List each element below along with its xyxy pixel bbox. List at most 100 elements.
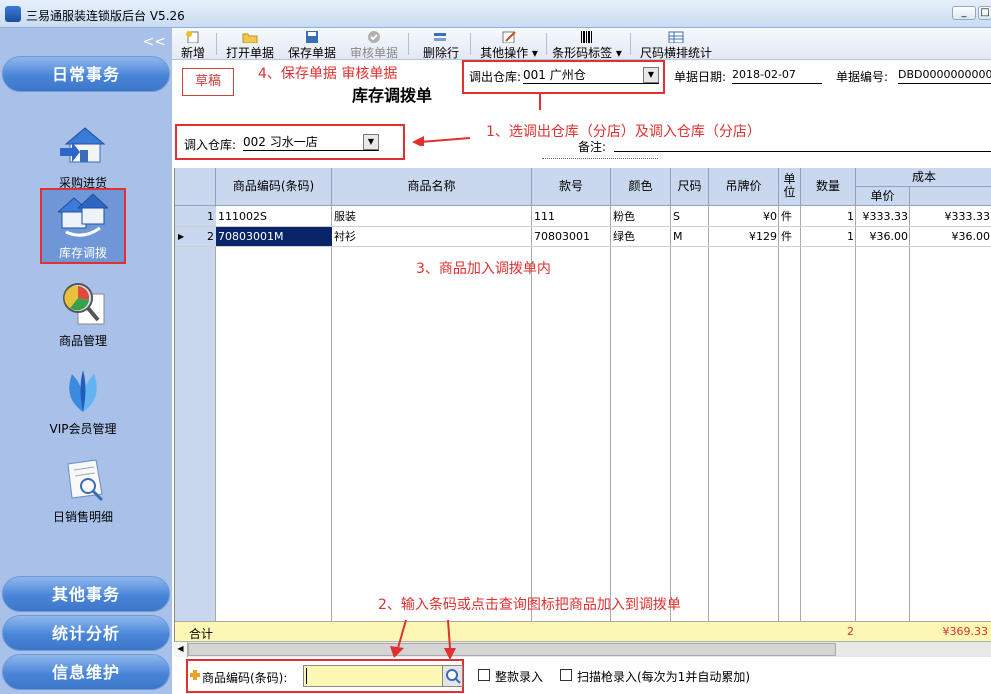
grid-header-style[interactable]: 款号	[532, 168, 611, 206]
delete-row-button[interactable]: 删除行	[420, 28, 462, 60]
grid-header-color[interactable]: 颜色	[611, 168, 671, 206]
scroll-left-arrow-icon[interactable]: ◀	[174, 642, 188, 657]
sidebar-item-sales-detail[interactable]: 日销售明细	[40, 454, 126, 530]
summary-label: 合计	[189, 627, 214, 641]
summary-row: 合计 2 ¥369.33	[175, 621, 991, 641]
title-bar: 三易通服装连锁版后台 V5.26 _ □	[0, 0, 991, 28]
cell-total-cost: ¥333.33	[910, 207, 991, 227]
window-title: 三易通服装连锁版后台 V5.26	[26, 9, 185, 23]
grid-header-name[interactable]: 商品名称	[332, 168, 532, 206]
barcode-input[interactable]	[303, 665, 463, 687]
horizontal-scrollbar[interactable]: ◀	[174, 641, 991, 657]
cell-qty[interactable]: 1	[801, 227, 856, 247]
status-badge: 草稿	[182, 68, 234, 96]
page-title: 库存调拨单	[352, 86, 433, 105]
barcode-label-menu[interactable]: 条形码标签 ▾	[550, 28, 624, 60]
sidebar-item-label: 商品管理	[58, 334, 107, 348]
sidebar-item-transfer[interactable]: 库存调拨	[40, 188, 126, 264]
grid-header-tag-price[interactable]: 吊牌价	[709, 168, 779, 206]
doc-number-field: DBD000000000003	[898, 68, 991, 84]
dropdown-arrow-icon[interactable]: ▼	[363, 134, 379, 150]
cell-size[interactable]: S	[671, 207, 709, 227]
whole-style-entry-label: 整款录入	[495, 670, 544, 684]
annotation-arrow	[412, 136, 471, 146]
plus-marker-icon	[190, 670, 200, 680]
scanner-entry-label: 扫描枪录入(每次为1并自动累加)	[577, 670, 750, 684]
save-disk-icon	[304, 31, 320, 43]
annotation-step3: 3、商品加入调拨单内	[416, 261, 551, 277]
open-document-button[interactable]: 打开单据	[224, 28, 276, 60]
sidebar-item-purchase[interactable]: 采购进货	[40, 120, 126, 196]
new-doc-icon	[185, 31, 201, 44]
maximize-button[interactable]: □	[978, 6, 991, 20]
barcode-label: 商品编码(条码):	[202, 671, 288, 685]
collapse-sidebar-button[interactable]: <<	[143, 34, 166, 50]
barcode-entry-bar: 商品编码(条码): 整款录入 扫描枪录入(每次为1并自动累加)	[172, 657, 991, 694]
cell-color[interactable]: 粉色	[611, 207, 671, 227]
sidebar: << 日常事务 采购进货 库存调拨 商品管理 VIP会员管理 日销售明细 其他事…	[0, 28, 172, 694]
nav-info-maintenance[interactable]: 信息维护	[2, 654, 170, 690]
sidebar-item-products[interactable]: 商品管理	[40, 278, 126, 354]
cell-code[interactable]: 111002S	[216, 207, 332, 227]
cell-name[interactable]: 衬衫	[332, 227, 532, 247]
current-row-pointer-icon: ▶	[178, 232, 185, 241]
search-lookup-button[interactable]	[442, 666, 462, 686]
grid-header-unit[interactable]: 单位	[779, 168, 801, 206]
grid-header-code[interactable]: 商品编码(条码)	[216, 168, 332, 206]
out-warehouse-select[interactable]: 001 广州仓 ▼	[523, 66, 659, 84]
cell-tag-price[interactable]: ¥0	[709, 207, 779, 227]
toolbar: 新增 打开单据 保存单据 审核单据 删除行 其他操作 ▾ 条形码标签 ▾ 尺码横…	[172, 28, 991, 60]
minimize-button[interactable]: _	[952, 6, 976, 20]
nav-other-affairs[interactable]: 其他事务	[2, 576, 170, 612]
sidebar-item-label: VIP会员管理	[49, 422, 117, 436]
delete-row-icon	[433, 31, 449, 43]
cell-style[interactable]: 111	[532, 207, 611, 227]
grid-header-unit-cost[interactable]: 单价	[856, 187, 910, 206]
whole-style-entry-checkbox[interactable]	[478, 669, 490, 681]
cell-size[interactable]: M	[671, 227, 709, 247]
vip-leaf-icon	[58, 368, 108, 414]
nav-statistics[interactable]: 统计分析	[2, 615, 170, 651]
cell-unit[interactable]: 件	[779, 207, 801, 227]
app-logo-icon	[5, 6, 21, 22]
cell-qty[interactable]: 1	[801, 207, 856, 227]
annotation-step2: 2、输入条码或点击查询图标把商品加入到调拨单	[378, 597, 681, 613]
summary-total: ¥369.33	[942, 625, 989, 638]
purchase-house-icon	[58, 122, 108, 168]
cell-unit-cost[interactable]: ¥36.00	[856, 227, 910, 247]
nav-daily-affairs[interactable]: 日常事务	[2, 56, 170, 92]
grid-header-total-cost[interactable]	[910, 187, 991, 206]
sidebar-item-label: 库存调拨	[58, 246, 107, 260]
grid-header-qty[interactable]: 数量	[801, 168, 856, 206]
cell-color[interactable]: 绿色	[611, 227, 671, 247]
remark-field[interactable]	[614, 136, 991, 152]
other-operations-menu[interactable]: 其他操作 ▾	[478, 28, 540, 60]
row-number: 1	[175, 207, 216, 227]
dropdown-arrow-icon[interactable]: ▼	[643, 67, 659, 83]
cell-unit[interactable]: 件	[779, 227, 801, 247]
cell-name[interactable]: 服装	[332, 207, 532, 227]
cell-tag-price[interactable]: ¥129	[709, 227, 779, 247]
barcode-icon	[579, 31, 595, 43]
size-horizontal-stats-button[interactable]: 尺码横排统计	[638, 28, 714, 60]
magnifier-chart-icon	[58, 280, 108, 326]
cell-code[interactable]: 70803001M	[216, 227, 332, 247]
table-grid-icon	[668, 31, 684, 44]
in-warehouse-select[interactable]: 002 习水一店 ▼	[243, 133, 379, 151]
scanner-entry-checkbox[interactable]	[560, 669, 572, 681]
grid-header-size[interactable]: 尺码	[671, 168, 709, 206]
cell-style[interactable]: 70803001	[532, 227, 611, 247]
cell-unit-cost[interactable]: ¥333.33	[856, 207, 910, 227]
scroll-thumb[interactable]	[188, 643, 836, 656]
grid-header-cost: 成本	[856, 168, 991, 187]
sidebar-item-vip[interactable]: VIP会员管理	[40, 366, 126, 442]
save-document-button[interactable]: 保存单据	[286, 28, 338, 60]
splitter-handle[interactable]	[542, 158, 658, 164]
approve-document-button[interactable]: 审核单据	[348, 28, 400, 60]
search-icon	[446, 669, 461, 684]
row-number: ▶ 2	[175, 227, 216, 247]
doc-number-label: 单据编号:	[836, 70, 889, 84]
doc-date-field[interactable]: 2018-02-07	[732, 68, 822, 84]
new-button[interactable]: 新增	[178, 28, 208, 60]
remark-label: 备注:	[578, 140, 607, 154]
